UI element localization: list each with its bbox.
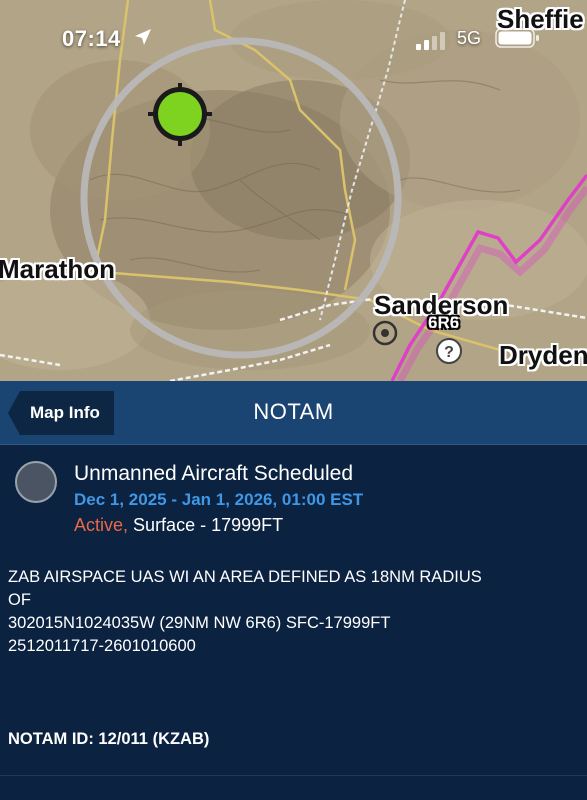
map-view[interactable]: ? Marathon Sheffie Sanderson Dryden 6R6 …: [0, 0, 587, 381]
notam-altitude: Surface - 17999FT: [133, 515, 284, 535]
map-label-marathon: Marathon: [0, 254, 115, 284]
panel-header: Map Info NOTAM: [0, 381, 587, 445]
notam-text-line: 302015N1024035W (29NM NW 6R6) SFC-17999F…: [8, 614, 391, 632]
notam-text-line: OF: [8, 591, 31, 609]
terrain-map: ?: [0, 0, 587, 381]
panel-title: NOTAM: [253, 399, 334, 424]
notam-text: ZAB AIRSPACE UAS WI AN AREA DEFINED AS 1…: [8, 566, 578, 658]
location-arrow-icon: [135, 29, 151, 45]
notam-type: Unmanned Aircraft Scheduled: [74, 462, 353, 485]
notam-status-line: Active, Surface - 17999FT: [74, 515, 283, 536]
svg-text:?: ?: [444, 344, 454, 361]
battery-icon: [495, 28, 539, 48]
notam-status-icon: [15, 461, 57, 503]
notam-text-line: 2512011717-2601010600: [8, 637, 196, 655]
status-time: 07:14: [62, 26, 121, 51]
notam-panel: Map Info NOTAM Unmanned Aircraft Schedul…: [0, 381, 587, 800]
notam-dates: Dec 1, 2025 - Jan 1, 2026, 01:00 EST: [74, 490, 364, 509]
notam-active-status: Active,: [74, 515, 129, 535]
notam-detail: Unmanned Aircraft Scheduled Dec 1, 2025 …: [0, 445, 587, 800]
status-bar: 07:14 5G: [0, 24, 587, 56]
signal-icon: [416, 32, 445, 50]
airport-label-6r6: 6R6: [428, 313, 460, 332]
map-label-dryden: Dryden: [499, 340, 587, 370]
notam-id: NOTAM ID: 12/011 (KZAB): [8, 730, 210, 748]
notam-text-line: ZAB AIRSPACE UAS WI AN AREA DEFINED AS 1…: [8, 568, 482, 586]
network-type: 5G: [457, 28, 482, 48]
unknown-airport-icon[interactable]: ?: [436, 338, 462, 364]
divider: [0, 775, 587, 776]
